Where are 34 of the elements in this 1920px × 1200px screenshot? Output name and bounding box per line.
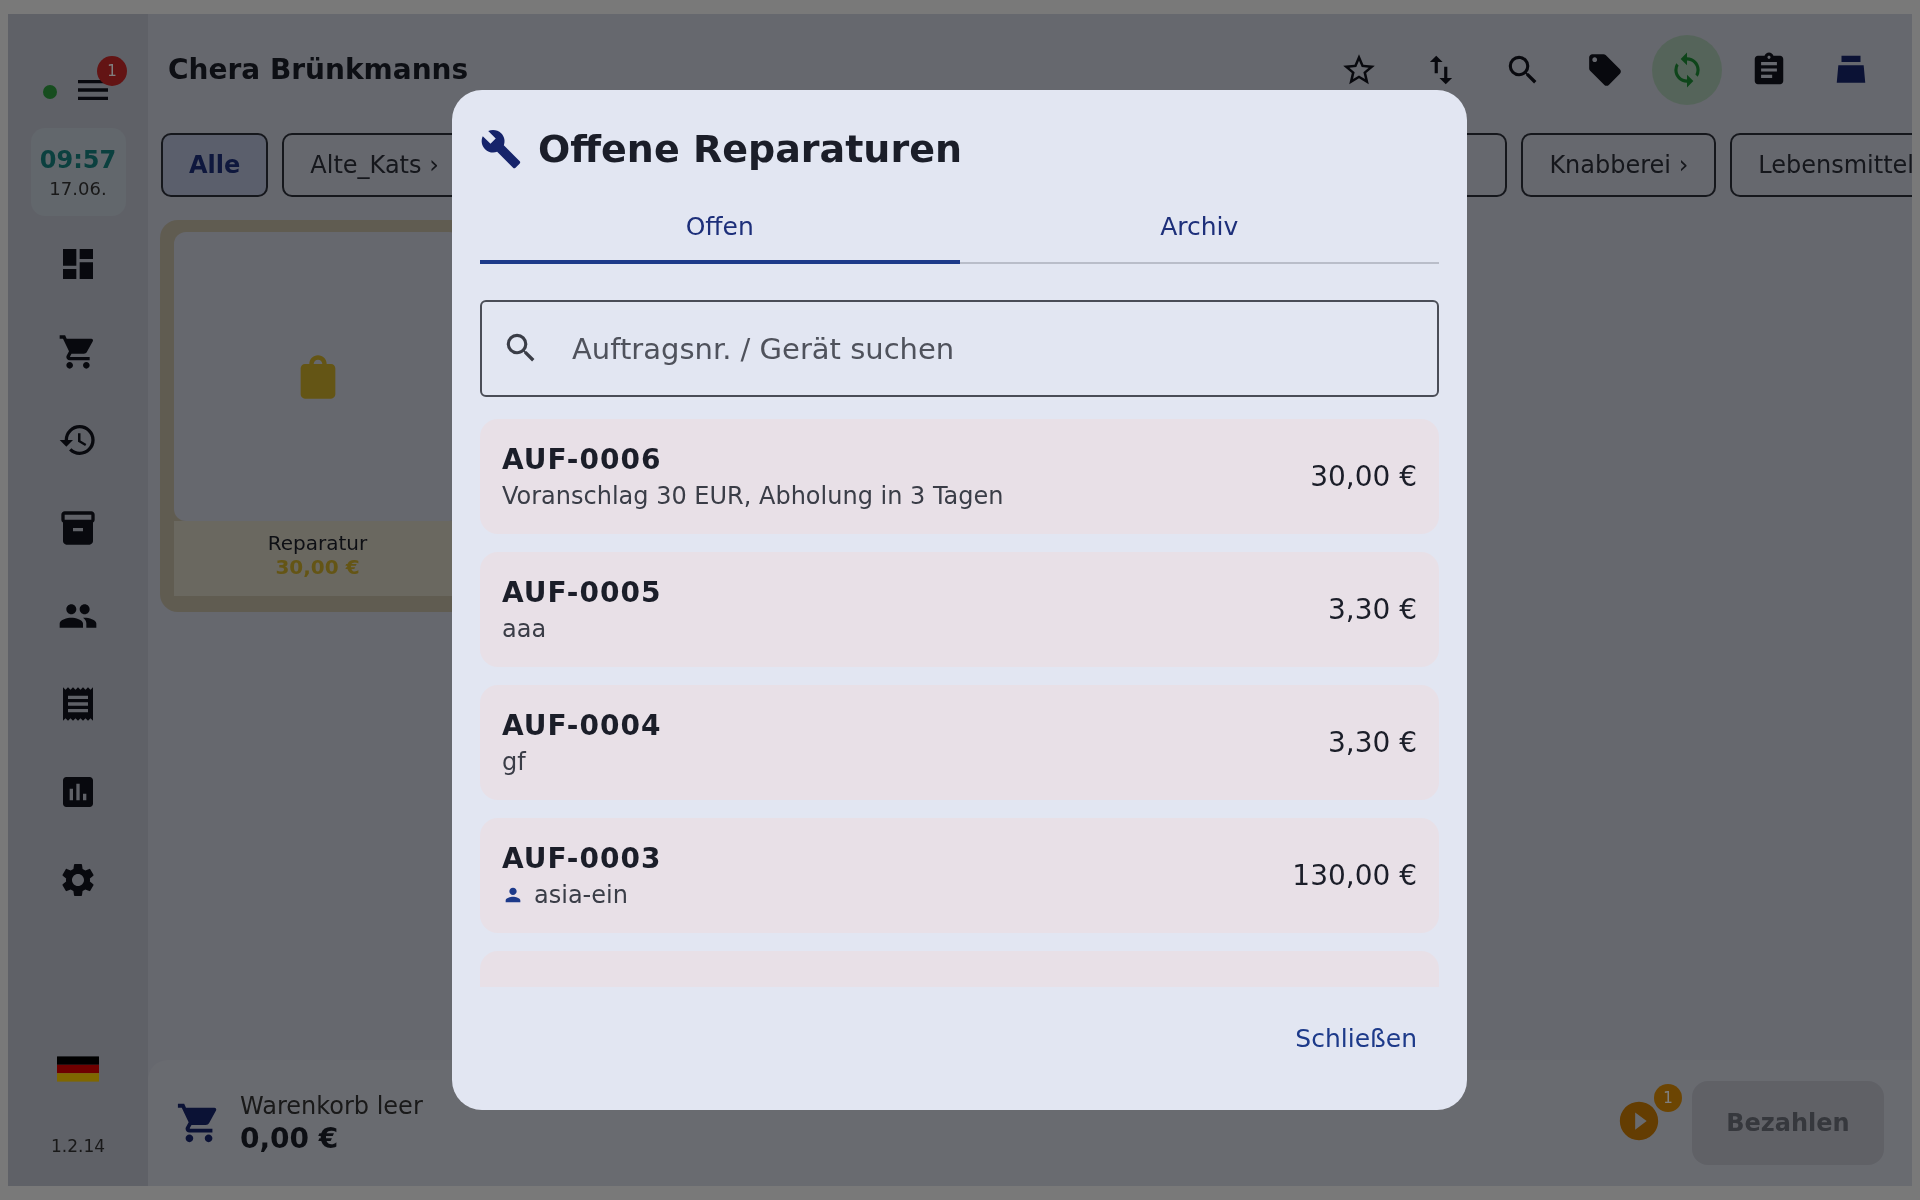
- tab[interactable]: Offen: [480, 200, 960, 264]
- dialog-title: Offene Reparaturen: [538, 127, 962, 171]
- order-row[interactable]: AUF-0005 aaa 3,30 €: [480, 552, 1439, 667]
- order-note: gf: [502, 748, 528, 776]
- order-price: 3,30 €: [1327, 726, 1417, 759]
- order-row[interactable]: AUF-0006 Voranschlag 30 EUR, Abholung in 3 Tagen 30,00 €: [480, 419, 1439, 534]
- version-label: 1.2.14: [50, 1136, 106, 1156]
- order-number: AUF-0003: [502, 842, 662, 875]
- archive-box-icon[interactable]: [58, 508, 98, 548]
- order-price: 30,00 €: [1310, 460, 1417, 493]
- clock-date: 17.06.: [49, 177, 107, 199]
- order-note: Voranschlag 30 EUR, Abholung in 3 Tagen: [502, 482, 1004, 510]
- close-button[interactable]: Schließen: [1273, 1016, 1439, 1061]
- product-price: 30,00 €: [275, 555, 360, 579]
- page-title: Chera Brünkmanns: [168, 53, 470, 86]
- tab[interactable]: Archiv: [959, 200, 1439, 264]
- cart-status: Warenkorb leer: [240, 1091, 424, 1120]
- flag-icon[interactable]: [57, 1054, 99, 1084]
- clock-time: 09:57: [39, 145, 117, 174]
- order-price: 130,00 €: [1292, 859, 1417, 892]
- queue-badge: 1: [1654, 1084, 1682, 1112]
- order-number: AUF-0005: [502, 576, 662, 609]
- cart-total: 0,00 €: [240, 1121, 340, 1155]
- wrench-icon: [480, 128, 522, 170]
- order-row[interactable]: AUF-0004 gf 3,30 €: [480, 685, 1439, 800]
- order-number: AUF-0006: [502, 443, 663, 476]
- search-field[interactable]: Auftragsnr. / Gerät suchen: [480, 300, 1439, 397]
- order-row[interactable]: AUF-0003 asia-ein 130,00 €: [480, 818, 1439, 933]
- customer-name: asia-ein: [534, 881, 628, 909]
- order-number: AUF-0004: [502, 709, 662, 742]
- notification-badge: 1: [97, 56, 127, 86]
- order-price: 3,30 €: [1327, 593, 1417, 626]
- product-name: Reparatur: [267, 531, 368, 555]
- order-note: aaa: [502, 615, 548, 643]
